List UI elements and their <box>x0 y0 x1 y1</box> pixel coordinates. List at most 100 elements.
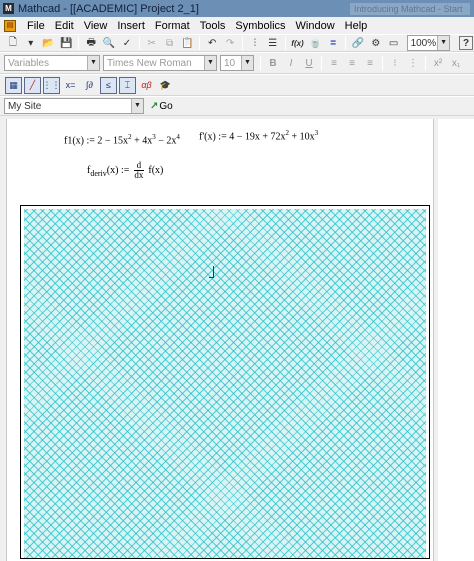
boolean-toolbar-icon[interactable]: ≤ <box>100 76 117 94</box>
toolbar-separator <box>78 36 80 50</box>
italic-button[interactable]: I <box>283 55 299 71</box>
align-down-icon[interactable]: ☰ <box>265 35 281 51</box>
dropdown-arrow-icon[interactable]: ▾ <box>23 35 39 51</box>
calculate-button[interactable]: = <box>325 35 341 51</box>
menu-edit[interactable]: Edit <box>50 20 79 32</box>
subscript-button[interactable]: x₁ <box>448 55 464 71</box>
menu-bar: ▤ File Edit View Insert Format Tools Sym… <box>0 17 474 34</box>
symbolic-toolbar-icon[interactable]: 🎓 <box>157 77 174 94</box>
programming-toolbar-icon[interactable]: ⌶ <box>119 76 136 94</box>
mathcad-app-icon: M <box>3 3 14 14</box>
menu-file[interactable]: File <box>22 20 50 32</box>
bullets-icon[interactable]: ⁝ <box>387 55 403 71</box>
calculator-toolbar-icon[interactable]: ▦ <box>5 76 22 94</box>
superscript-button[interactable]: x² <box>430 55 446 71</box>
go-label: Go <box>159 100 173 112</box>
align-across-icon[interactable]: ⫶ <box>247 35 263 51</box>
align-center-icon[interactable]: ≡ <box>344 55 360 71</box>
numbering-icon[interactable]: ⋮ <box>405 55 421 71</box>
equation-fderiv[interactable]: fderiv(x) := d dx f(x) <box>87 161 163 180</box>
window-title: Mathcad - [[ACADEMIC] Project 2_1] <box>18 2 199 15</box>
menu-help[interactable]: Help <box>340 20 373 32</box>
menu-insert[interactable]: Insert <box>112 20 150 32</box>
toolbar-separator <box>260 56 261 70</box>
resource-center-icon[interactable]: ▭ <box>386 35 402 51</box>
chevron-down-icon[interactable]: ▼ <box>437 36 450 50</box>
align-left-icon[interactable]: ≡ <box>326 55 342 71</box>
spell-check-icon[interactable]: ✓ <box>119 35 135 51</box>
toolbar-separator <box>199 36 201 50</box>
equation-f1[interactable]: f1(x) := 2 − 15x2 + 4x3 − 2x4 <box>64 133 180 146</box>
evaluation-toolbar-button[interactable]: x= <box>62 77 79 94</box>
redo-icon[interactable]: ↷ <box>222 35 238 51</box>
paste-icon[interactable]: 📋 <box>179 35 195 51</box>
right-margin-area <box>438 119 474 561</box>
chevron-down-icon[interactable]: ▼ <box>87 56 99 70</box>
calculus-toolbar-button[interactable]: ∫∂ <box>81 77 98 94</box>
fderiv-arg: (x) <box>106 164 119 176</box>
menu-window[interactable]: Window <box>291 20 340 32</box>
formatting-toolbar: Variables ▼ Times New Roman ▼ 10 ▼ B I U… <box>0 52 474 74</box>
component-wizard-icon[interactable]: ⚙ <box>368 35 384 51</box>
font-value: Times New Roman <box>107 57 192 69</box>
toolbar-separator <box>138 36 140 50</box>
insert-unit-icon[interactable]: 🍵 <box>307 35 323 51</box>
align-right-icon[interactable]: ≡ <box>362 55 378 71</box>
site-value: My Site <box>8 100 42 112</box>
fprime-term-b: + 10x <box>289 131 315 143</box>
menu-view[interactable]: View <box>79 20 113 32</box>
chevron-down-icon[interactable]: ▼ <box>241 56 253 70</box>
f1-exp-c: 4 <box>176 133 180 141</box>
site-select[interactable]: My Site ▼ <box>4 98 144 114</box>
fderiv-subscript: deriv <box>90 168 107 178</box>
fderiv-rhs: f(x) <box>148 164 164 176</box>
worksheet-page[interactable]: f1(x) := 2 − 15x2 + 4x3 − 2x4 f'(x) := 4… <box>6 119 434 561</box>
fprime-assign: := <box>218 131 227 143</box>
bold-button[interactable]: B <box>265 55 281 71</box>
insertion-cursor-icon <box>209 266 214 278</box>
matrix-toolbar-icon[interactable]: ⋮⋮ <box>43 76 61 94</box>
zoom-select[interactable]: 100% ▼ <box>406 35 451 51</box>
graph-toolbar-icon[interactable]: ╱ <box>24 76 41 94</box>
greek-toolbar-button[interactable]: αβ <box>138 77 155 94</box>
toolbar-separator <box>425 56 426 70</box>
insert-hyperlink-icon[interactable]: 🔗 <box>350 35 366 51</box>
f1-term-c: − 2x <box>155 135 177 147</box>
background-window-tab[interactable]: Introducing Mathcad - Start <box>350 2 470 15</box>
toolbar-separator <box>284 36 286 50</box>
copy-icon[interactable]: ⧉ <box>162 35 178 51</box>
go-button[interactable]: ↗ Go <box>150 101 173 112</box>
underline-button[interactable]: U <box>301 55 317 71</box>
plot-placeholder[interactable] <box>20 205 430 559</box>
font-size-select[interactable]: 10 ▼ <box>220 55 254 71</box>
undo-icon[interactable]: ↶ <box>204 35 220 51</box>
font-size-value: 10 <box>224 57 236 69</box>
print-icon[interactable]: 🖶 <box>83 35 99 51</box>
new-document-icon[interactable]: 🗋 <box>5 35 21 51</box>
toolbar-separator <box>345 36 347 50</box>
insert-function-button[interactable]: f(x) <box>290 35 306 51</box>
style-select[interactable]: Variables ▼ <box>4 55 100 71</box>
save-icon[interactable]: 💾 <box>58 35 74 51</box>
fprime-term-a: 4 − 19x + 72x <box>229 131 286 143</box>
go-arrow-icon: ↗ <box>150 100 159 112</box>
math-toolbar: ▦ ╱ ⋮⋮ x= ∫∂ ≤ ⌶ αβ 🎓 <box>0 74 474 96</box>
title-bar: M Mathcad - [[ACADEMIC] Project 2_1] Int… <box>0 0 474 17</box>
toolbar-separator <box>321 56 322 70</box>
menu-format[interactable]: Format <box>150 20 195 32</box>
equation-fprime[interactable]: f'(x) := 4 − 19x + 72x2 + 10x3 <box>199 129 318 142</box>
font-select[interactable]: Times New Roman ▼ <box>103 55 217 71</box>
document-icon[interactable]: ▤ <box>4 19 16 32</box>
help-button[interactable]: ? <box>459 36 474 50</box>
chevron-down-icon[interactable]: ▼ <box>204 56 216 70</box>
menu-symbolics[interactable]: Symbolics <box>230 20 290 32</box>
plot-area-grid[interactable] <box>24 209 426 558</box>
menu-tools[interactable]: Tools <box>195 20 231 32</box>
cut-icon[interactable]: ✂ <box>144 35 160 51</box>
print-preview-icon[interactable]: 🔍 <box>101 35 117 51</box>
fprime-lhs: f'(x) <box>199 131 216 143</box>
chevron-down-icon[interactable]: ▼ <box>131 99 143 113</box>
zoom-value: 100% <box>410 37 437 49</box>
open-folder-icon[interactable]: 📂 <box>41 35 57 51</box>
standard-toolbar: 🗋 ▾ 📂 💾 🖶 🔍 ✓ ✂ ⧉ 📋 ↶ ↷ ⫶ ☰ f(x) 🍵 = 🔗 ⚙… <box>0 34 474 52</box>
